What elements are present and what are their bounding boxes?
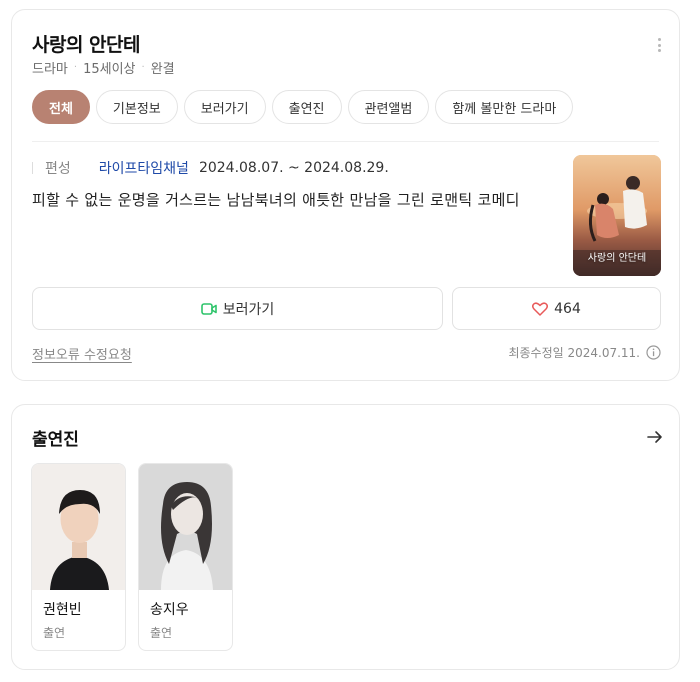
info-bar <box>32 162 33 174</box>
last-modified-text: 최종수정일 2024.07.11. <box>508 346 640 360</box>
arrow-right-icon[interactable] <box>647 430 663 444</box>
broadcast-label: 편성 <box>45 161 71 177</box>
watch-button-label: 보러가기 <box>222 301 275 318</box>
cast-member-name: 송지우 <box>150 602 189 618</box>
rating-text: 15세이상 <box>83 62 136 77</box>
cast-member-role: 출연 <box>150 626 173 640</box>
cast-member-name: 권현빈 <box>43 602 82 618</box>
tab-watch[interactable]: 보러가기 <box>183 90 266 124</box>
cast-section-title: 출연진 <box>32 430 79 450</box>
tab-basic-info[interactable]: 기본정보 <box>95 90 178 124</box>
cast-member-card[interactable]: 송지우 출연 <box>138 463 233 651</box>
show-info-card: 사랑의 안단테 드라마 · 15세이상 · 완결 전체 기본정보 보러가기 출연… <box>11 9 680 381</box>
like-count: 464 <box>554 300 581 317</box>
video-icon <box>200 302 217 315</box>
status-text: 완결 <box>150 62 175 77</box>
show-title: 사랑의 안단테 <box>32 34 141 56</box>
divider <box>32 141 659 142</box>
separator-dot: · <box>73 62 78 73</box>
tab-all[interactable]: 전체 <box>32 90 90 124</box>
actor-photo <box>139 464 232 590</box>
poster-image[interactable]: 사랑의 안단테 <box>573 155 661 276</box>
show-description: 피할 수 없는 운명을 거스르는 남남북녀의 애틋한 만남을 그린 로맨틱 코메… <box>32 191 520 209</box>
cast-list: 권현빈 출연 송지우 출연 <box>31 463 233 651</box>
separator-dot: · <box>141 62 145 73</box>
cast-member-card[interactable]: 권현빈 출연 <box>31 463 126 651</box>
actor-photo <box>32 464 125 590</box>
show-meta: 드라마 · 15세이상 · 완결 <box>32 58 175 77</box>
channel-link[interactable]: 라이프타임채널 <box>99 158 189 178</box>
poster-title-art: 사랑의 안단테 <box>587 253 647 264</box>
tab-cast[interactable]: 출연진 <box>271 90 342 124</box>
tab-bar: 전체 기본정보 보러가기 출연진 관련앨범 함께 볼만한 드라마 <box>32 90 574 124</box>
genre-text: 드라마 <box>32 62 68 77</box>
report-error-link[interactable]: 정보오류 수정요청 <box>32 344 132 363</box>
cast-card: 출연진 권현빈 출연 송지우 출연 <box>11 404 680 670</box>
broadcast-info: 편성 라이프타임채널 2024.08.07. ~ 2024.08.29. <box>32 158 389 178</box>
last-modified: 최종수정일 2024.07.11. <box>508 344 661 361</box>
watch-button[interactable]: 보러가기 <box>32 287 443 330</box>
broadcast-dates: 2024.08.07. ~ 2024.08.29. <box>198 160 389 176</box>
like-button[interactable]: 464 <box>452 287 661 330</box>
more-options-icon[interactable] <box>657 38 661 52</box>
info-icon[interactable] <box>646 345 661 360</box>
heart-icon <box>532 301 549 316</box>
tab-related-dramas[interactable]: 함께 볼만한 드라마 <box>435 90 574 124</box>
cast-member-role: 출연 <box>43 626 66 640</box>
tab-albums[interactable]: 관련앨범 <box>347 90 430 124</box>
